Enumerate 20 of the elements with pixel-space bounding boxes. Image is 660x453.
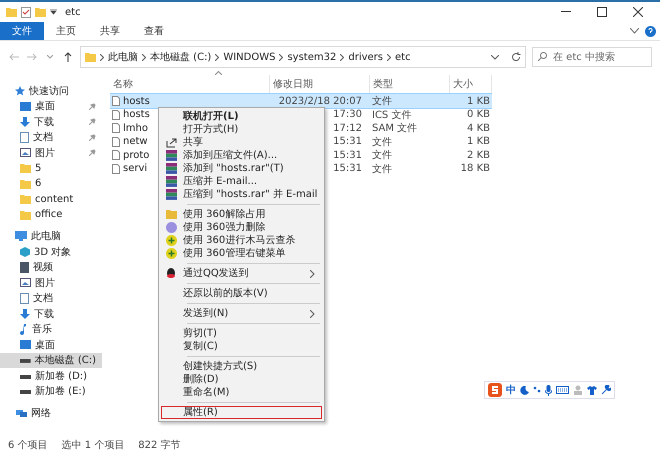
table-cell-text: 17:12 [332, 122, 363, 136]
table-cell-text: 文件 [371, 148, 393, 164]
status-text: 6 个项目 [8, 439, 48, 452]
table-cell-text: SAM 文件 [371, 122, 418, 136]
table-cell: 文件 [370, 93, 450, 109]
table-cell-text: 18 KB [460, 162, 491, 176]
table-cell-text: 4 KB [466, 122, 491, 136]
table-cell-text: 文件 [371, 136, 393, 150]
table-cell-text: ICS 文件 [371, 108, 412, 122]
window-title: etc [65, 6, 82, 18]
table-cell-text: 17:30 [332, 108, 363, 122]
status-text: 822 字节 [138, 438, 181, 452]
table-cell-text: 1 KB [466, 135, 491, 150]
table-cell-text: 15:31 [332, 135, 363, 150]
table-cell: 2023/2/18 20:07 [270, 93, 370, 109]
table-cell: 1 KB [450, 93, 492, 109]
table-cell-text: 文件 [371, 162, 393, 177]
table-cell-text: 0 KB [466, 108, 491, 122]
table-cell-text: 2 KB [466, 148, 491, 163]
status-text: 选中 1 个项目 [62, 438, 124, 452]
